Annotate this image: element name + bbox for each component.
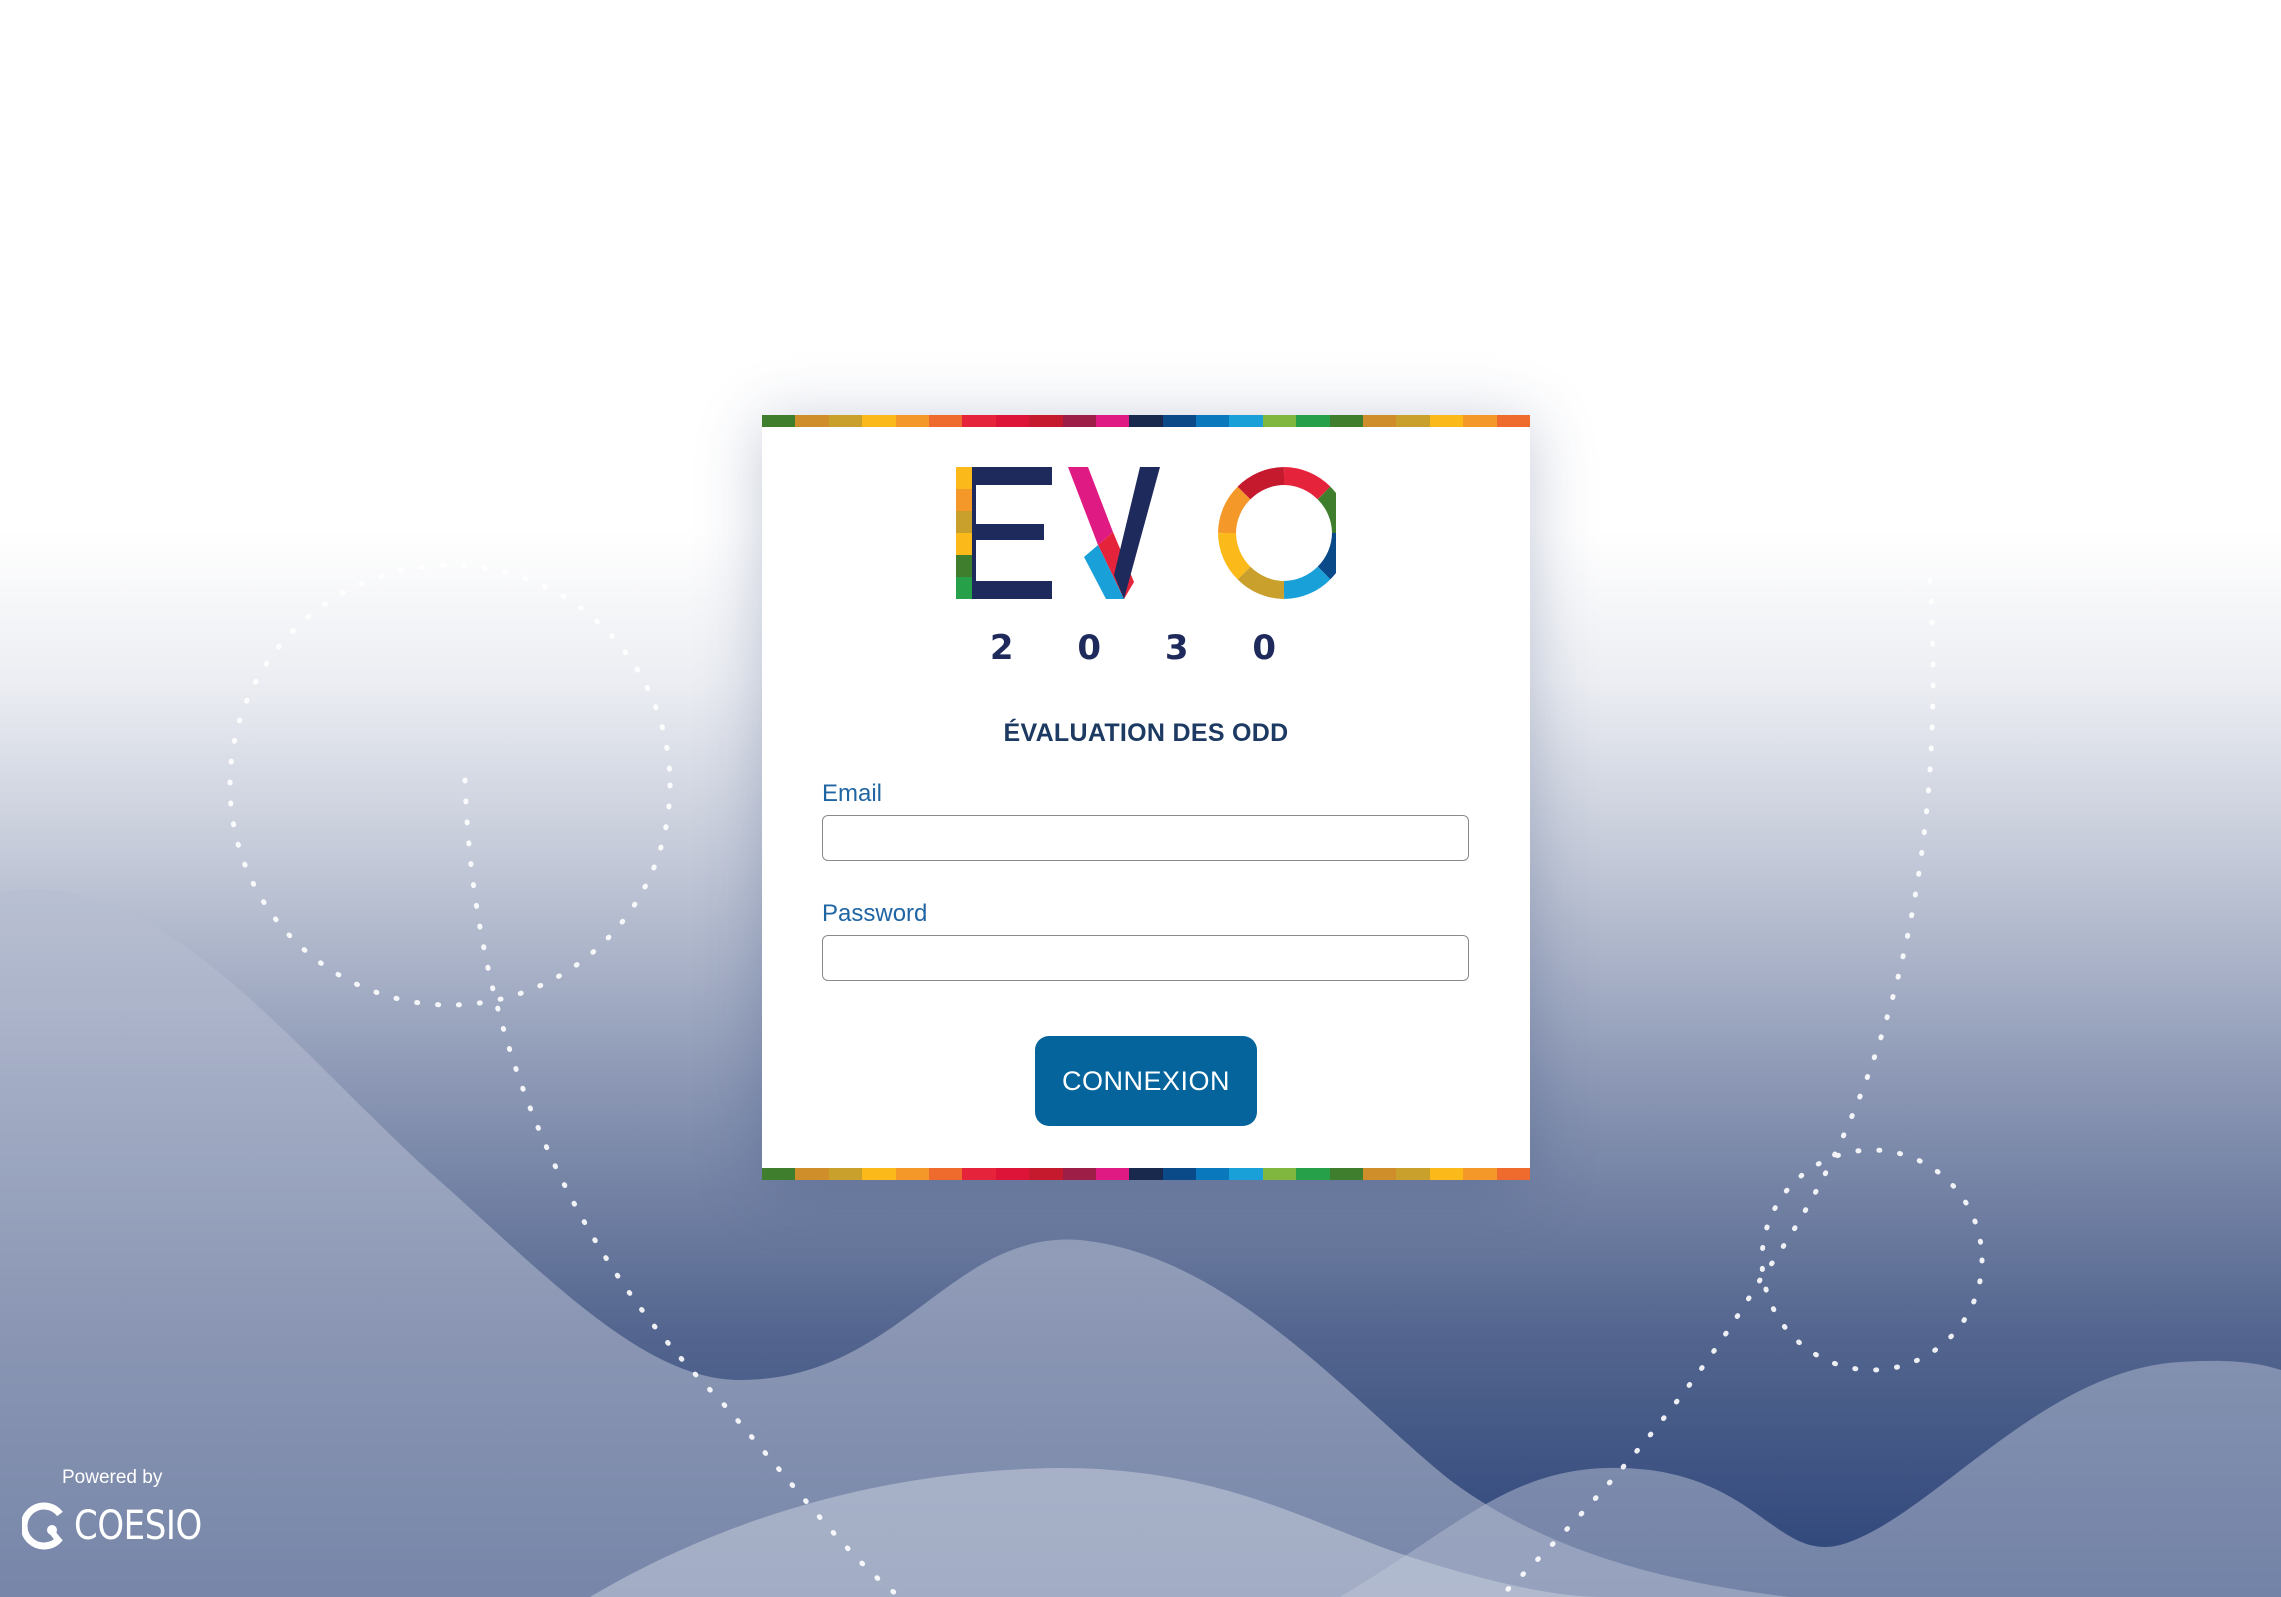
sdg-color-segment <box>1229 1168 1263 1180</box>
login-card: 2 0 3 0 ÉVALUATION DES ODD Email Passwor… <box>762 415 1530 1180</box>
coesio-brand-name: COESIO <box>74 1503 202 1549</box>
sdg-color-segment <box>1329 1168 1364 1180</box>
login-button[interactable]: CONNEXION <box>1035 1036 1257 1126</box>
sdg-color-segment <box>1363 1168 1397 1180</box>
sdg-color-segment <box>1162 1168 1197 1180</box>
sdg-color-segment <box>1496 415 1530 427</box>
sdg-color-segment <box>1463 1168 1497 1180</box>
dotted-circle-left <box>227 562 673 1008</box>
sdg-color-segment <box>1029 415 1063 427</box>
coesio-logo-icon <box>22 1502 63 1550</box>
sdg-color-segment <box>828 1168 863 1180</box>
sdg-color-segment <box>1329 415 1364 427</box>
sdg-color-segment <box>962 1168 996 1180</box>
sdg-color-segment <box>1496 1168 1530 1180</box>
sdg-color-segment <box>928 415 963 427</box>
powered-by-label: Powered by <box>62 1467 163 1488</box>
sdg-color-segment <box>1396 1168 1430 1180</box>
sdg-color-segment <box>995 415 1030 427</box>
sdg-color-segment <box>862 415 896 427</box>
sdg-color-segment <box>1129 415 1163 427</box>
sdg-color-segment <box>1463 415 1497 427</box>
sdg-color-segment <box>1396 415 1430 427</box>
email-field[interactable] <box>822 815 1469 861</box>
sdg-color-bar-bottom <box>762 1168 1530 1180</box>
sdg-color-segment <box>795 1168 829 1180</box>
sdg-color-segment <box>1429 1168 1464 1180</box>
coesio-brand[interactable]: COESIO <box>22 1500 224 1552</box>
sdg-color-segment <box>895 1168 929 1180</box>
sdg-color-segment <box>828 415 863 427</box>
sdg-color-segment <box>1029 1168 1063 1180</box>
sdg-color-segment <box>1229 415 1263 427</box>
logo-year-text: 2 0 3 0 <box>990 628 1302 667</box>
email-label: Email <box>822 780 883 807</box>
sdg-color-segment <box>795 415 829 427</box>
sdg-color-segment <box>1196 415 1230 427</box>
sdg-color-segment <box>862 1168 896 1180</box>
sdg-color-segment <box>928 1168 963 1180</box>
evo-2030-logo: 2 0 3 0 <box>956 467 1336 667</box>
sdg-color-segment <box>1062 1168 1096 1180</box>
sdg-color-segment <box>1129 1168 1163 1180</box>
sdg-color-segment <box>895 415 929 427</box>
sdg-color-segment <box>1062 415 1096 427</box>
sdg-color-segment <box>1196 1168 1230 1180</box>
background-wave-right <box>1340 1360 2281 1597</box>
sdg-color-segment <box>1429 415 1464 427</box>
sdg-color-segment <box>762 415 796 427</box>
sdg-color-segment <box>1363 415 1397 427</box>
sdg-color-segment <box>1296 415 1330 427</box>
dotted-trail-right <box>1497 577 1936 1597</box>
sdg-color-segment <box>762 1168 796 1180</box>
sdg-color-segment <box>1162 415 1197 427</box>
sdg-color-segment <box>995 1168 1030 1180</box>
page-subtitle: ÉVALUATION DES ODD <box>1003 719 1289 747</box>
sdg-color-segment <box>1296 1168 1330 1180</box>
sdg-color-segment <box>962 415 996 427</box>
password-field[interactable] <box>822 935 1469 981</box>
sdg-color-segment <box>1095 1168 1130 1180</box>
sdg-color-segment <box>1262 415 1297 427</box>
sdg-color-bar-top <box>762 415 1530 427</box>
sdg-color-segment <box>1262 1168 1297 1180</box>
dotted-circle-right <box>1759 1147 1985 1373</box>
sdg-color-segment <box>1095 415 1130 427</box>
password-label: Password <box>822 900 928 927</box>
